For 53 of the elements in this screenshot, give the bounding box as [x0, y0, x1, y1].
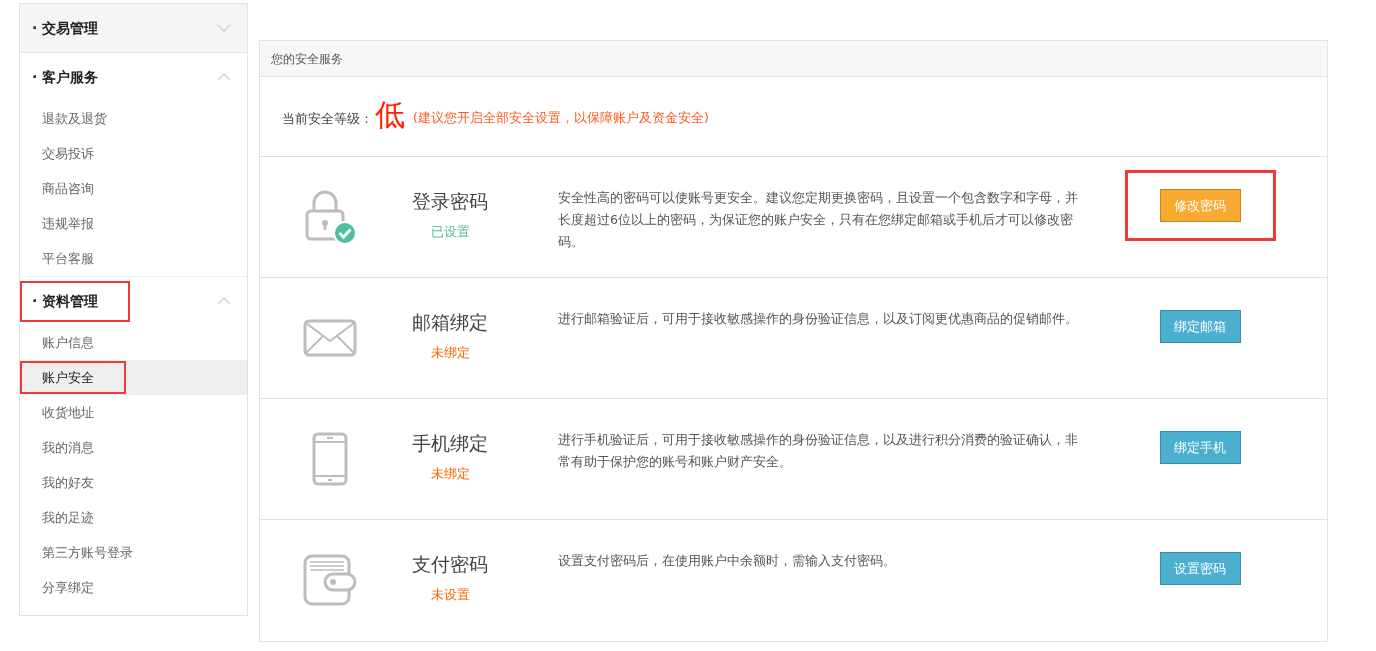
item-label: 交易投诉	[41, 144, 95, 163]
service-status: 未绑定	[430, 343, 470, 362]
sidebar-item[interactable]: 第三方账号登录	[20, 535, 247, 570]
item-label: 退款及退货	[41, 109, 108, 128]
item-label: 违规举报	[41, 214, 95, 233]
service-title: 支付密码	[412, 552, 488, 577]
panel-title: 您的安全服务	[271, 50, 343, 68]
chevron-down-icon	[217, 24, 231, 32]
item-label: 账户安全	[20, 360, 126, 395]
service-status: 未设置	[430, 585, 470, 604]
level-note: (建议您开启全部安全设置，以保障账户及资金安全)	[413, 109, 709, 128]
item-label: 第三方账号登录	[41, 543, 134, 562]
sidebar-item[interactable]: 交易投诉	[20, 136, 247, 171]
chevron-up-icon	[217, 297, 231, 305]
item-label: 平台客服	[41, 249, 95, 268]
envelope-icon	[303, 319, 357, 357]
sidebar-item[interactable]: 平台客服	[20, 241, 247, 276]
service-status: 已设置	[430, 222, 470, 241]
item-label: 分享绑定	[41, 578, 95, 597]
chevron-up-icon	[217, 73, 231, 81]
sidebar-item[interactable]: 收货地址	[20, 395, 247, 430]
item-label: 账户信息	[41, 333, 95, 352]
sidebar-item[interactable]: 商品咨询	[20, 171, 247, 206]
sidebar-item[interactable]: 我的好友	[20, 465, 247, 500]
phone-icon	[312, 432, 348, 486]
sidebar-item[interactable]: 违规举报	[20, 206, 247, 241]
sidebar-item[interactable]: 账户安全	[20, 360, 247, 395]
item-label: 我的消息	[41, 438, 95, 457]
service-description: 进行手机验证后，可用于接收敏感操作的身份验证信息，以及进行积分消费的验证确认，非常有助于保护您的账号和账户财产安全。	[558, 431, 1079, 471]
service-description: 安全性高的密码可以使账号更安全。建议您定期更换密码，且设置一个包含数字和字母，并长度超过6位以上的密码，为保证您的账户安全，只有在您绑定邮箱或手机后才可以修改密码。	[558, 189, 1079, 251]
service-description: 进行邮箱验证后，可用于接收敏感操作的身份验证信息，以及订阅更优惠商品的促销邮件。	[558, 310, 1079, 328]
group-title: · 资料管理	[20, 280, 131, 322]
service-description: 设置支付密码后，在使用账户中余额时，需输入支付密码。	[558, 552, 897, 570]
service-status: 未绑定	[430, 464, 470, 483]
item-label: 我的足迹	[41, 508, 95, 527]
padlock-check-icon	[304, 189, 356, 245]
sidebar-group-header[interactable]: · 交易管理	[20, 4, 247, 52]
sidebar-item[interactable]: 分享绑定	[20, 570, 247, 605]
sidebar-item[interactable]: 我的消息	[20, 430, 247, 465]
service-title: 手机绑定	[412, 431, 488, 456]
item-label: 商品咨询	[41, 179, 95, 198]
item-label: 我的好友	[41, 473, 95, 492]
group-title: · 交易管理	[31, 18, 100, 38]
sidebar-item[interactable]: 我的足迹	[20, 500, 247, 535]
service-title: 登录密码	[412, 189, 488, 214]
sidebar-item[interactable]: 退款及退货	[20, 101, 247, 136]
wallet-icon	[303, 554, 357, 606]
service-title: 邮箱绑定	[412, 310, 488, 335]
group-title: · 客户服务	[31, 67, 100, 87]
item-label: 收货地址	[41, 403, 95, 422]
sidebar-item[interactable]: 账户信息	[20, 325, 247, 360]
level-label: 当前安全等级：	[282, 109, 373, 128]
level-value: 低	[375, 99, 405, 130]
